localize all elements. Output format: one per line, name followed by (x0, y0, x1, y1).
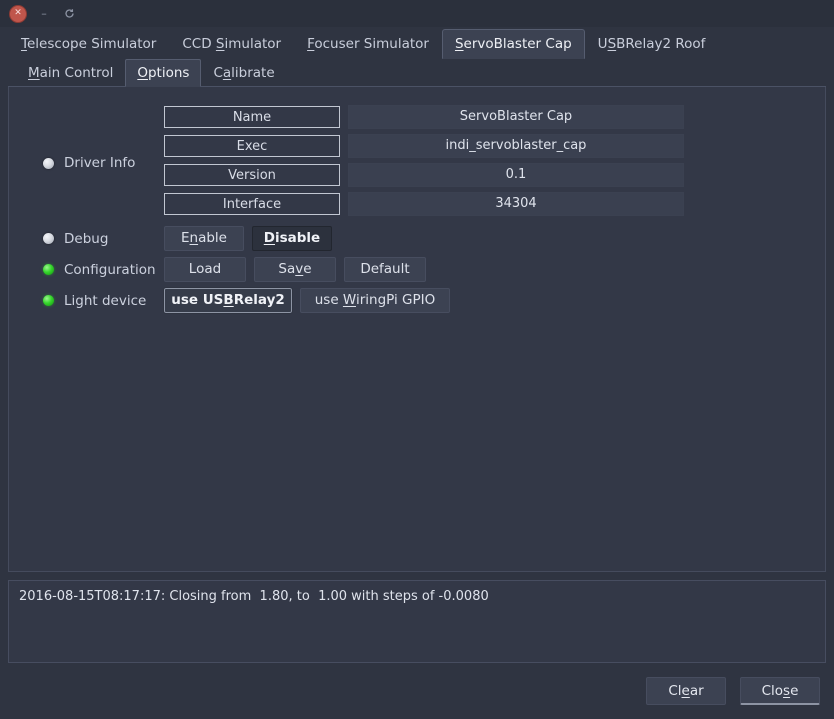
device-panel: Main Control Options Calibrate (8, 58, 826, 87)
configuration-led-icon (43, 264, 54, 275)
field-label-version: Version (164, 164, 340, 186)
light-device-use-usbrelay2-button[interactable]: use USBRelay2 (163, 287, 293, 314)
device-tab-telescope-simulator[interactable]: Telescope Simulator (8, 29, 169, 58)
debug-enable-button[interactable]: Enable (164, 226, 244, 251)
log-line: 2016-08-15T08:17:17: Closing from 1.80, … (19, 589, 489, 604)
field-value-exec[interactable]: indi_servoblaster_cap (348, 134, 684, 158)
light-device-label-cell: Light device (9, 293, 164, 309)
field-value-name[interactable]: ServoBlaster Cap (348, 105, 684, 129)
property-debug: Debug Enable Disable (9, 226, 825, 251)
close-button[interactable]: Close (740, 677, 820, 705)
driver-info-label-cell: Driver Info (9, 155, 164, 171)
configuration-load-button[interactable]: Load (164, 257, 246, 282)
field-row-name: Name ServoBlaster Cap (164, 105, 684, 129)
field-label-name: Name (164, 106, 340, 128)
window-maximize-icon[interactable] (61, 6, 77, 22)
driver-info-fields: Name ServoBlaster Cap Exec indi_servobla… (164, 105, 684, 221)
field-row-version: Version 0.1 (164, 163, 684, 187)
device-tab-ccd-simulator[interactable]: CCD Simulator (169, 29, 294, 58)
light-device-led-icon (43, 295, 54, 306)
field-label-interface: Interface (164, 193, 340, 215)
clear-button[interactable]: Clear (646, 677, 726, 705)
tab-options[interactable]: Options (125, 59, 202, 87)
footer-button-bar: Clear Close (0, 663, 834, 719)
light-device-label: Light device (64, 292, 147, 309)
property-driver-info: Driver Info Name ServoBlaster Cap Exec i… (9, 105, 825, 221)
debug-buttons: Enable Disable (164, 226, 340, 251)
title-bar: ✕ – (0, 0, 834, 27)
configuration-label-cell: Configuration (9, 262, 164, 278)
field-value-version[interactable]: 0.1 (348, 163, 684, 187)
configuration-buttons: Load Save Default (164, 257, 434, 282)
sub-tab-bar: Main Control Options Calibrate (8, 58, 826, 87)
field-row-exec: Exec indi_servoblaster_cap (164, 134, 684, 158)
debug-disable-button[interactable]: Disable (252, 226, 332, 251)
tab-main-control[interactable]: Main Control (16, 59, 125, 86)
configuration-label: Configuration (64, 261, 156, 278)
configuration-save-button[interactable]: Save (254, 257, 336, 282)
device-tab-usbrelay2-roof[interactable]: USBRelay2 Roof (585, 29, 719, 58)
debug-label: Debug (64, 230, 109, 247)
property-configuration: Configuration Load Save Default (9, 257, 825, 282)
light-device-use-wiringpi-gpio-button[interactable]: use WiringPi GPIO (300, 288, 450, 313)
window-minimize-icon[interactable]: – (36, 6, 52, 22)
debug-led-icon (43, 233, 54, 244)
device-tab-servoblaster-cap[interactable]: ServoBlaster Cap (441, 29, 585, 59)
tab-calibrate[interactable]: Calibrate (201, 59, 286, 86)
device-tab-focuser-simulator[interactable]: Focuser Simulator (294, 29, 442, 58)
debug-label-cell: Debug (9, 231, 164, 247)
field-label-exec: Exec (164, 135, 340, 157)
property-light-device: Light device use USBRelay2 use WiringPi … (9, 287, 825, 314)
device-tab-bar: Telescope Simulator CCD Simulator Focuse… (0, 27, 834, 59)
configuration-default-button[interactable]: Default (344, 257, 426, 282)
driver-info-led-icon (43, 157, 54, 169)
indi-control-panel-window: Telescope Simulator CCD Simulator Focuse… (0, 27, 834, 714)
window-close-icon[interactable]: ✕ (9, 4, 27, 23)
light-device-buttons: use USBRelay2 use WiringPi GPIO (163, 287, 458, 314)
driver-info-label: Driver Info (64, 155, 136, 171)
field-row-interface: Interface 34304 (164, 192, 684, 216)
log-output-panel[interactable]: 2016-08-15T08:17:17: Closing from 1.80, … (8, 580, 826, 663)
options-tab-content: Driver Info Name ServoBlaster Cap Exec i… (8, 87, 826, 572)
field-value-interface[interactable]: 34304 (348, 192, 684, 216)
